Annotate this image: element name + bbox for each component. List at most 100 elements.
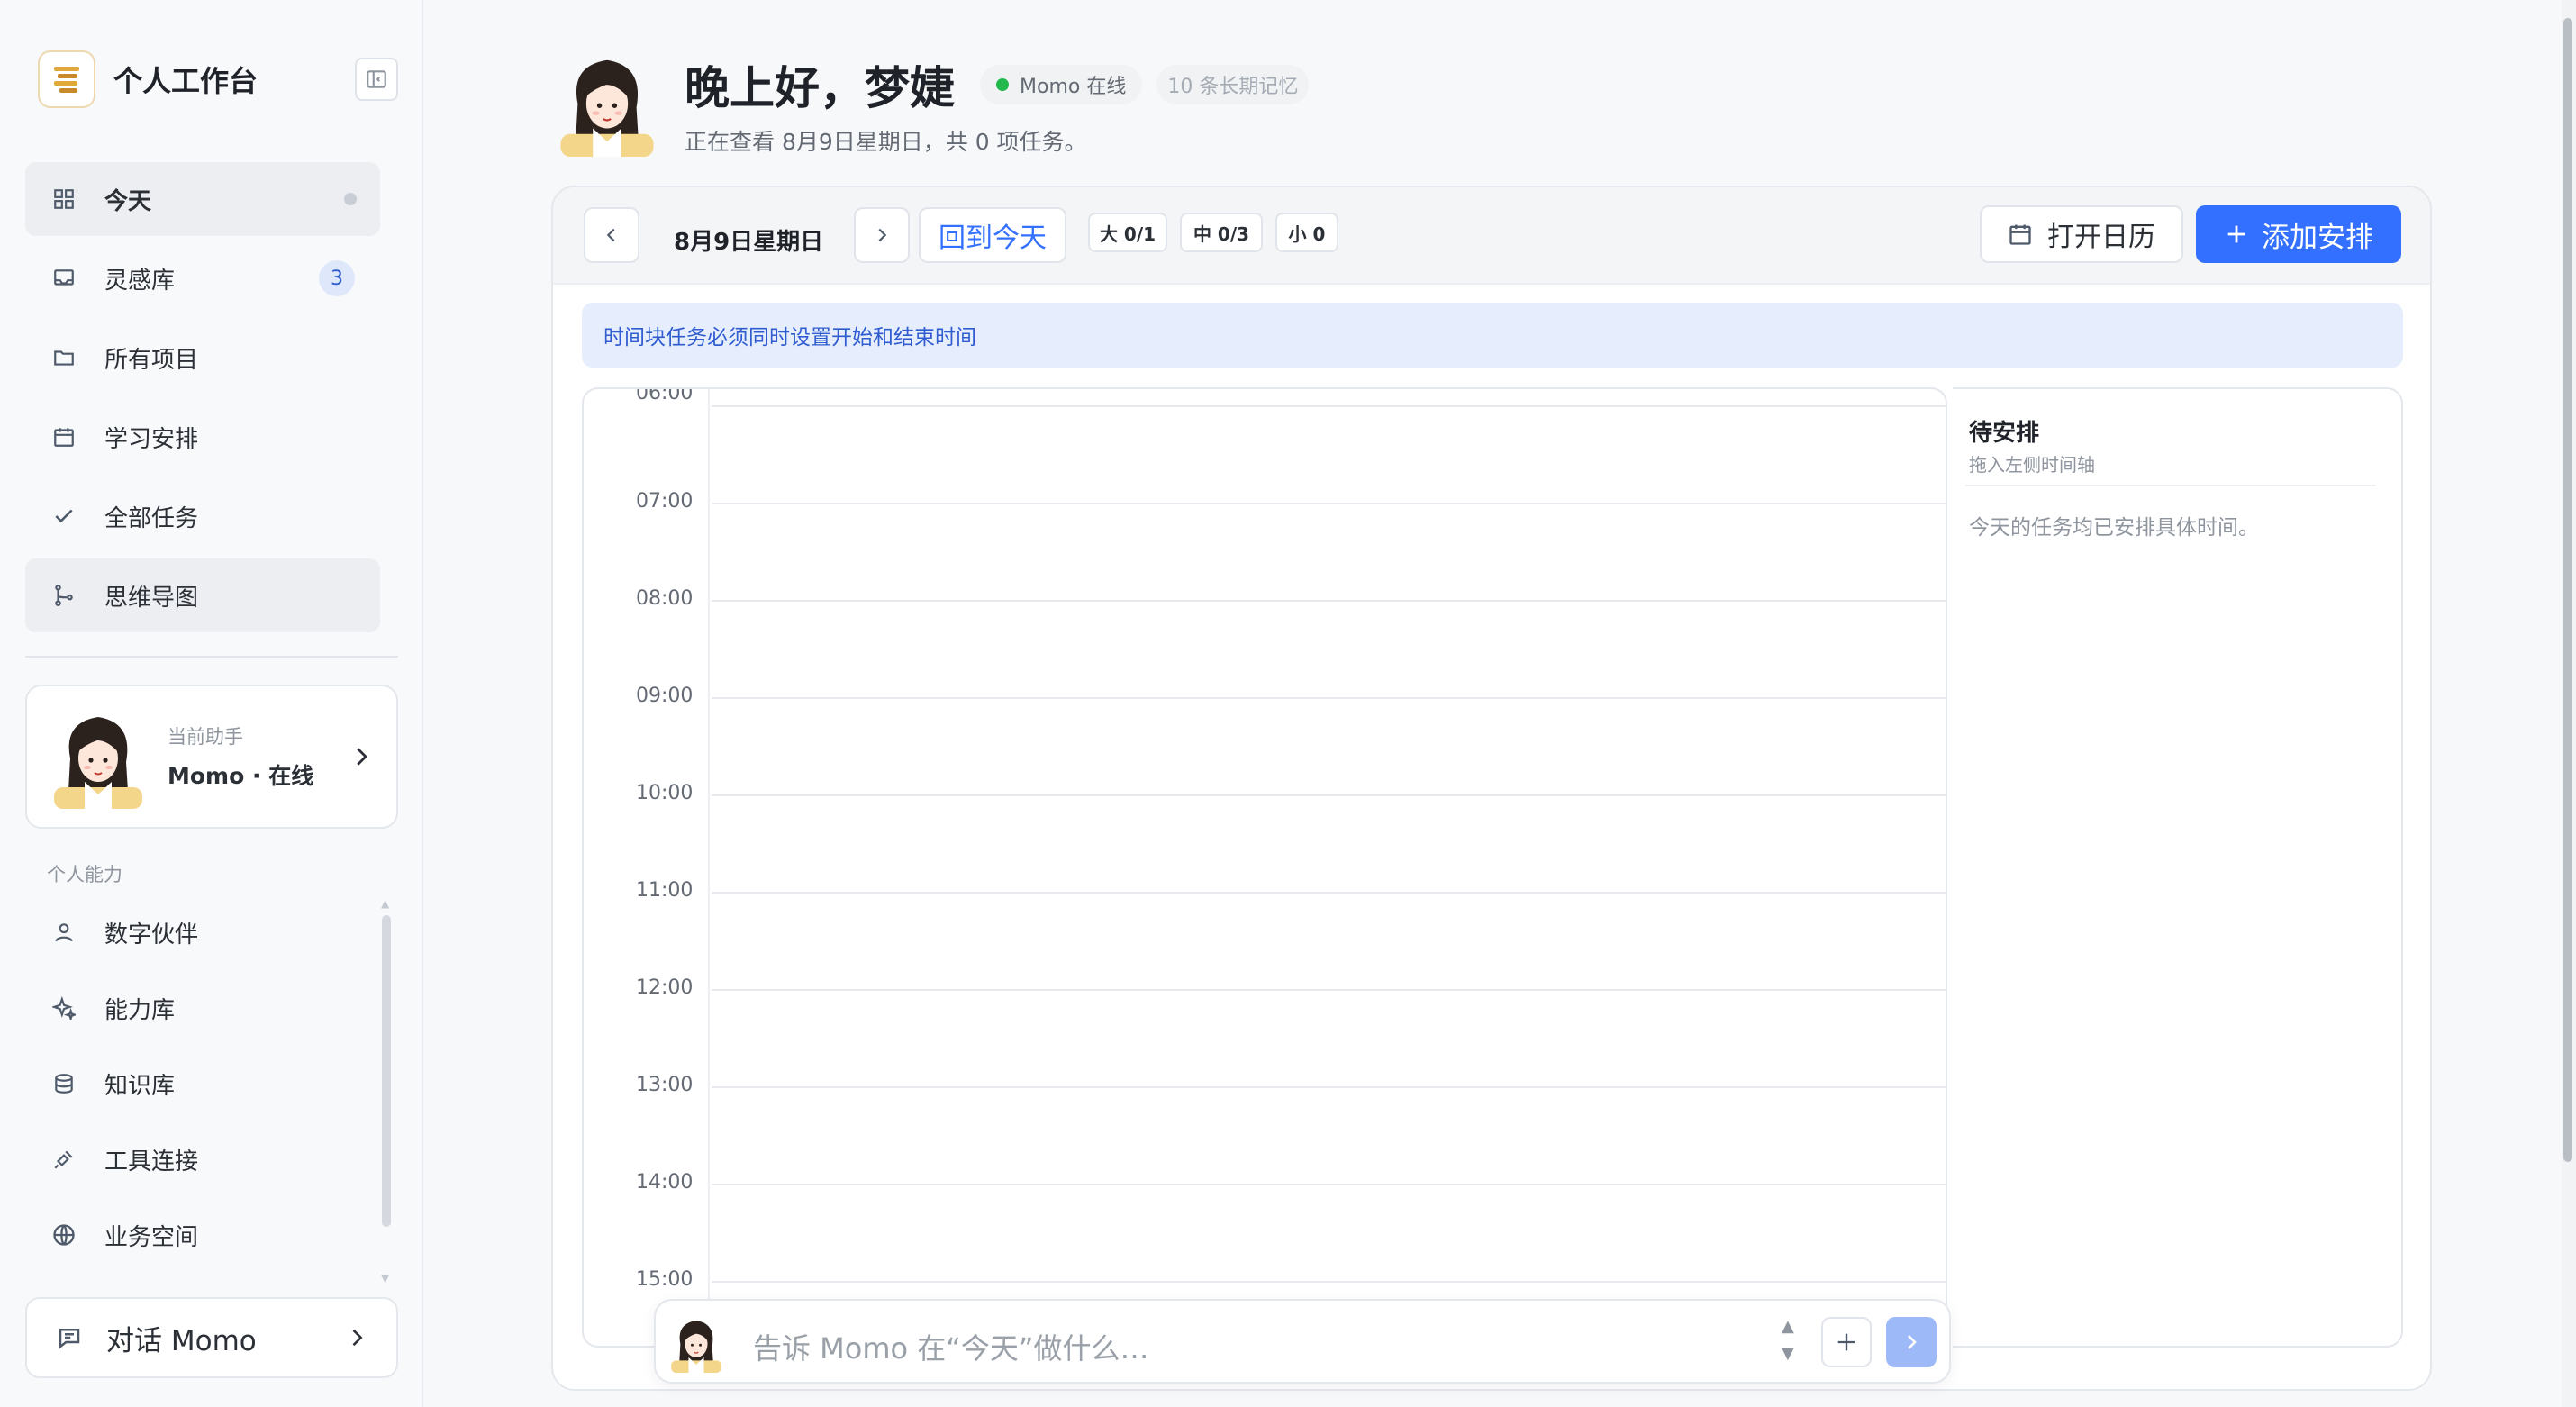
timeline[interactable]: 06:00 07:00 08:00 09:00 10:00 11:00 12:00 13:00…: [582, 387, 1947, 1348]
pending-panel: 待安排 拖入左侧时间轴 今天的任务均已安排具体时间。: [1953, 387, 2403, 1348]
collapse-sidebar-button[interactable]: [355, 58, 398, 101]
sub-item-abilities[interactable]: 能力库: [25, 973, 380, 1043]
sub-item-label: 工具连接: [104, 1148, 199, 1176]
hour-gridline: [712, 1281, 1946, 1283]
timeline-scrollbar[interactable]: [1946, 404, 1947, 908]
divider: [1965, 485, 2376, 486]
prev-day-button[interactable]: [584, 207, 639, 263]
check-icon: [50, 503, 77, 530]
open-calendar-label: 打开日历: [2047, 222, 2155, 253]
assistant-name: Momo: [168, 763, 245, 789]
hour-gridline: [712, 892, 1946, 894]
database-icon: [50, 1070, 77, 1097]
current-date: 8月9日星期日: [674, 229, 824, 256]
nav-item-label: 学习安排: [104, 425, 199, 453]
sub-item-digital-partner[interactable]: 数字伙伴: [25, 897, 380, 967]
hour-label: 10:00: [636, 782, 694, 804]
sidebar: 个人工作台 今天 灵感库 3 所有项目 学习安排 全部任务 思维导图 当前助手 …: [0, 0, 423, 1407]
hour-gridline: [712, 697, 1946, 699]
calendar-icon: [2009, 224, 2031, 245]
back-to-today-button[interactable]: 回到今天: [919, 207, 1066, 263]
hour-gridline: [712, 600, 1946, 602]
grid-icon: [50, 186, 77, 213]
pending-subtitle: 拖入左侧时间轴: [1969, 454, 2095, 476]
nav-item-all-tasks[interactable]: 全部任务: [25, 479, 380, 553]
hour-label: 08:00: [636, 587, 694, 610]
scroll-down-icon[interactable]: ▼: [381, 1272, 389, 1284]
assistant-info: 当前助手 Momo · 在线: [168, 722, 348, 791]
memory-badge: 10 条长期记忆: [1156, 65, 1310, 104]
sub-item-business[interactable]: 业务空间: [25, 1200, 380, 1270]
online-dot-icon: [996, 78, 1009, 91]
nav-item-projects[interactable]: 所有项目: [25, 321, 380, 395]
sub-item-tools[interactable]: 工具连接: [25, 1124, 380, 1194]
send-button[interactable]: [1886, 1317, 1937, 1367]
time-axis: [584, 389, 710, 1346]
plus-icon: [1837, 1333, 1855, 1351]
attach-button[interactable]: [1821, 1317, 1872, 1367]
chevron-left-icon: [606, 228, 615, 242]
nav-item-label: 所有项目: [104, 346, 199, 374]
count-badge: 3: [319, 260, 355, 296]
pending-empty-text: 今天的任务均已安排具体时间。: [1969, 516, 2259, 540]
status-badge: Momo 在线: [980, 65, 1143, 104]
resize-handle-icon[interactable]: ▲ ▼: [1782, 1313, 1794, 1367]
assistant-avatar: [54, 717, 142, 809]
send-chevron-icon: [1908, 1335, 1917, 1349]
assistant-caption: 当前助手: [168, 726, 243, 748]
chevron-right-icon: [357, 748, 367, 766]
brand-logo-icon: [38, 50, 95, 108]
nav-item-label: 灵感库: [104, 267, 176, 295]
next-day-button[interactable]: [854, 207, 910, 263]
sub-item-label: 业务空间: [104, 1223, 199, 1251]
nav-item-label: 全部任务: [104, 504, 199, 532]
add-schedule-button[interactable]: 添加安排: [2196, 205, 2401, 263]
hour-label: 06:00: [636, 387, 694, 404]
hour-label: 09:00: [636, 685, 694, 707]
plus-icon: [2227, 225, 2245, 243]
open-calendar-button[interactable]: 打开日历: [1980, 205, 2183, 263]
sub-item-label: 能力库: [104, 996, 176, 1024]
divider: [25, 656, 398, 658]
branch-icon: [50, 582, 77, 609]
greeting-line: 晚上好，梦婕 Momo 在线 10 条长期记忆: [685, 52, 1310, 117]
hour-gridline: [712, 405, 1946, 407]
page-header: 晚上好，梦婕 Momo 在线 10 条长期记忆: [558, 47, 1310, 117]
hour-gridline: [712, 1184, 1946, 1185]
nav-item-label: 今天: [104, 187, 152, 215]
hour-gridline: [712, 503, 1946, 504]
assistant-status: 在线: [268, 763, 314, 789]
hour-gridline: [712, 794, 1946, 796]
scroll-up-icon[interactable]: ▲: [381, 897, 389, 910]
hour-gridline: [712, 989, 1946, 991]
chat-composer: 告诉 Momo 在“今天”做什么… ▲ ▼: [654, 1299, 1951, 1384]
nav-item-inspiration[interactable]: 灵感库 3: [25, 241, 380, 315]
chip-small[interactable]: 小 0: [1275, 213, 1338, 252]
calendar-icon: [50, 423, 77, 450]
brand-title: 个人工作台: [113, 64, 259, 98]
chat-momo-button[interactable]: 对话 Momo: [25, 1297, 398, 1378]
page-scrollbar-thumb[interactable]: [2563, 18, 2572, 1162]
assistant-name-status: Momo · 在线: [168, 758, 348, 791]
chip-medium[interactable]: 中 0/3: [1180, 213, 1263, 252]
composer-input[interactable]: 告诉 Momo 在“今天”做什么…: [753, 1326, 1148, 1367]
sub-item-label: 数字伙伴: [104, 921, 199, 949]
nav-item-today[interactable]: 今天: [25, 162, 380, 236]
chevron-right-icon: [352, 1329, 363, 1347]
add-schedule-label: 添加安排: [2262, 221, 2373, 254]
nav-item-mindmap[interactable]: 思维导图: [25, 558, 380, 632]
page-title: 晚上好，梦婕: [685, 62, 955, 114]
nav-item-study[interactable]: 学习安排: [25, 400, 380, 474]
sub-item-knowledge[interactable]: 知识库: [25, 1048, 380, 1119]
chat-button-label: 对话 Momo: [106, 1324, 257, 1357]
hour-gridline: [712, 1086, 1946, 1088]
pending-title: 待安排: [1969, 420, 2040, 447]
assistant-card[interactable]: 当前助手 Momo · 在线: [25, 685, 398, 829]
section-label: 个人能力: [47, 864, 122, 885]
active-indicator: [344, 193, 357, 205]
hour-label: 07:00: [636, 490, 694, 513]
brand: 个人工作台: [38, 50, 258, 108]
globe-icon: [50, 1221, 77, 1248]
chip-large[interactable]: 大 0/1: [1088, 213, 1167, 252]
sidebar-scrollbar[interactable]: [382, 915, 391, 1227]
